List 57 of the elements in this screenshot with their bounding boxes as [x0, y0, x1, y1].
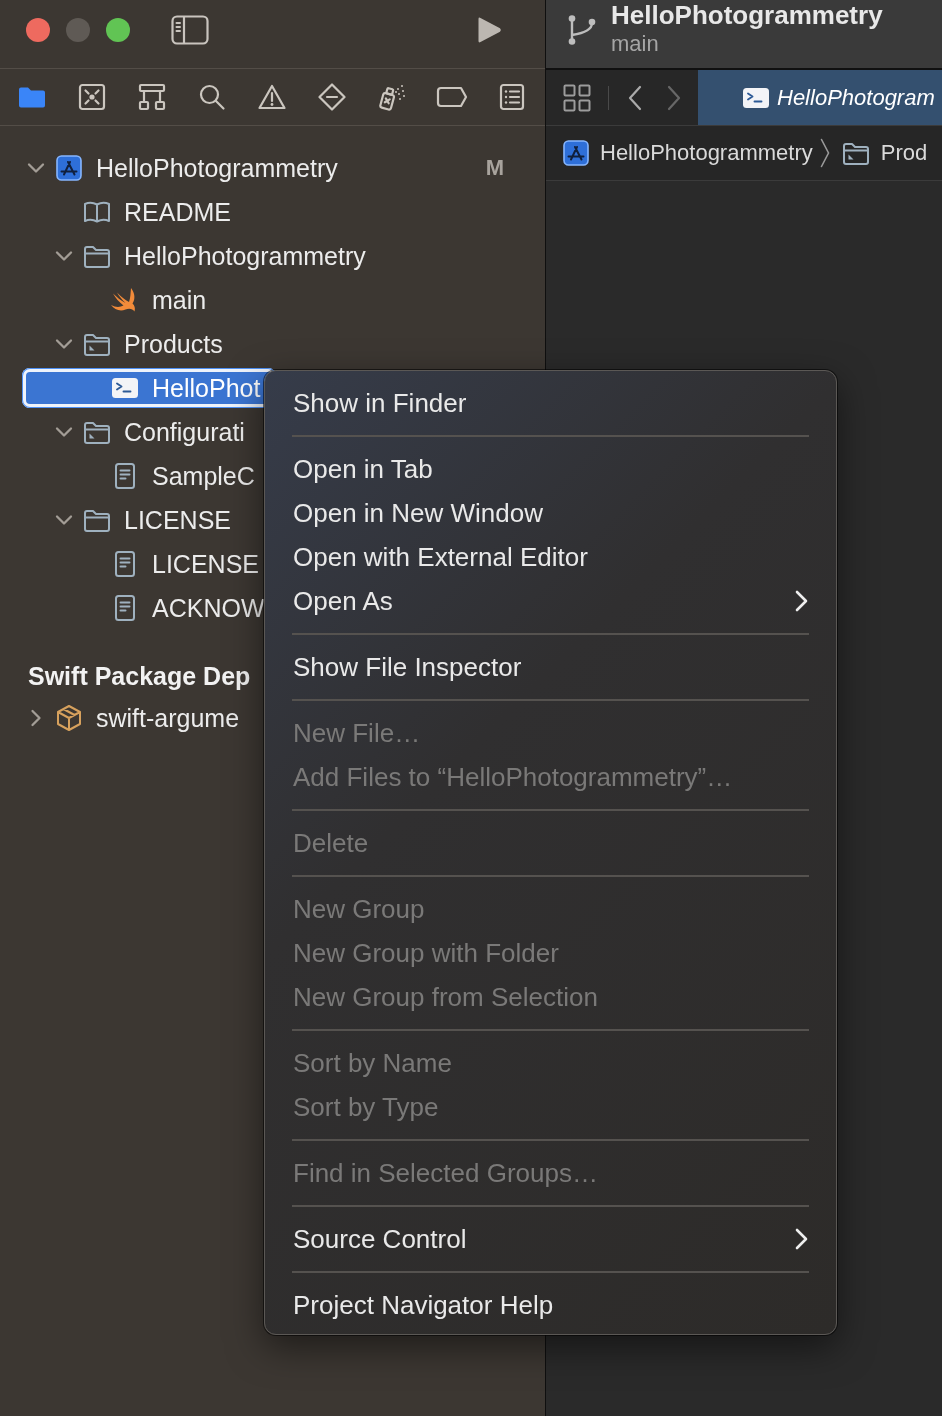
app-icon [56, 155, 82, 181]
breadcrumb-item[interactable]: HelloPhotogrammetry [563, 140, 813, 166]
tree-item[interactable]: LICENSE [22, 500, 247, 540]
folder-icon [83, 243, 111, 269]
hierarchy-icon[interactable] [138, 83, 166, 111]
terminal-icon [111, 377, 139, 399]
submenu-chevron-icon [795, 590, 808, 612]
disclosure-chevron-icon[interactable] [55, 426, 73, 438]
tree-item[interactable]: HelloPhotogrammetry M [22, 148, 522, 188]
editor-tab[interactable]: HelloPhotogram [698, 70, 942, 125]
folder-icon [83, 507, 111, 533]
list-icon[interactable] [499, 83, 525, 111]
disclosure-chevron-icon[interactable] [55, 338, 73, 350]
terminal-icon [742, 86, 770, 109]
document-icon [114, 550, 136, 578]
window-zoom-button[interactable] [106, 18, 130, 42]
diamond-minus-icon[interactable] [318, 83, 346, 111]
project-title: HelloPhotogrammetry [611, 0, 883, 30]
disclosure-chevron-icon[interactable] [27, 162, 45, 174]
folder-icon [83, 331, 111, 357]
tree-item[interactable]: main [22, 280, 223, 320]
play-icon[interactable] [476, 16, 502, 44]
document-icon [114, 594, 136, 622]
submenu-chevron-icon [795, 1228, 808, 1250]
warning-icon[interactable] [258, 84, 286, 110]
grid-icon[interactable] [563, 83, 591, 112]
disclosure-chevron-icon[interactable] [55, 514, 73, 526]
section-header: Swift Package Dep [28, 661, 251, 692]
branch-name: main [611, 30, 659, 58]
folder-icon[interactable] [18, 85, 46, 109]
app-icon [563, 140, 589, 166]
document-icon [114, 462, 136, 490]
folder-icon [83, 419, 111, 445]
book-icon [83, 200, 111, 224]
status-label: M [485, 155, 504, 181]
sidebar-toggle-icon[interactable] [171, 15, 209, 45]
tag-icon[interactable] [436, 86, 468, 108]
tree-item[interactable]: Configurati [22, 412, 261, 452]
menu-item[interactable]: Show File Inspector [265, 645, 836, 689]
chevron-separator-icon [819, 138, 830, 168]
menu-item[interactable]: Project Navigator Help [265, 1283, 836, 1327]
tree-item[interactable]: swift-argume [22, 698, 256, 738]
tree-item[interactable]: HelloPhotogrammetry [22, 236, 382, 276]
breadcrumb-item[interactable]: Prod [841, 140, 928, 166]
back-chevron-icon[interactable] [628, 84, 642, 111]
crosshair-square-icon[interactable] [78, 83, 106, 111]
spray-bottle-icon[interactable] [377, 83, 407, 111]
folder-icon [841, 140, 870, 166]
branch-icon [567, 14, 597, 46]
disclosure-chevron-icon[interactable] [55, 250, 73, 262]
window-close-button[interactable] [26, 18, 50, 42]
package-icon [55, 704, 83, 732]
tree-item[interactable]: Products [22, 324, 239, 364]
tree-item[interactable]: README [22, 192, 247, 232]
search-icon[interactable] [198, 83, 226, 111]
disclosure-chevron-icon[interactable] [30, 709, 42, 727]
menu-item[interactable]: Source Control [265, 1217, 836, 1261]
